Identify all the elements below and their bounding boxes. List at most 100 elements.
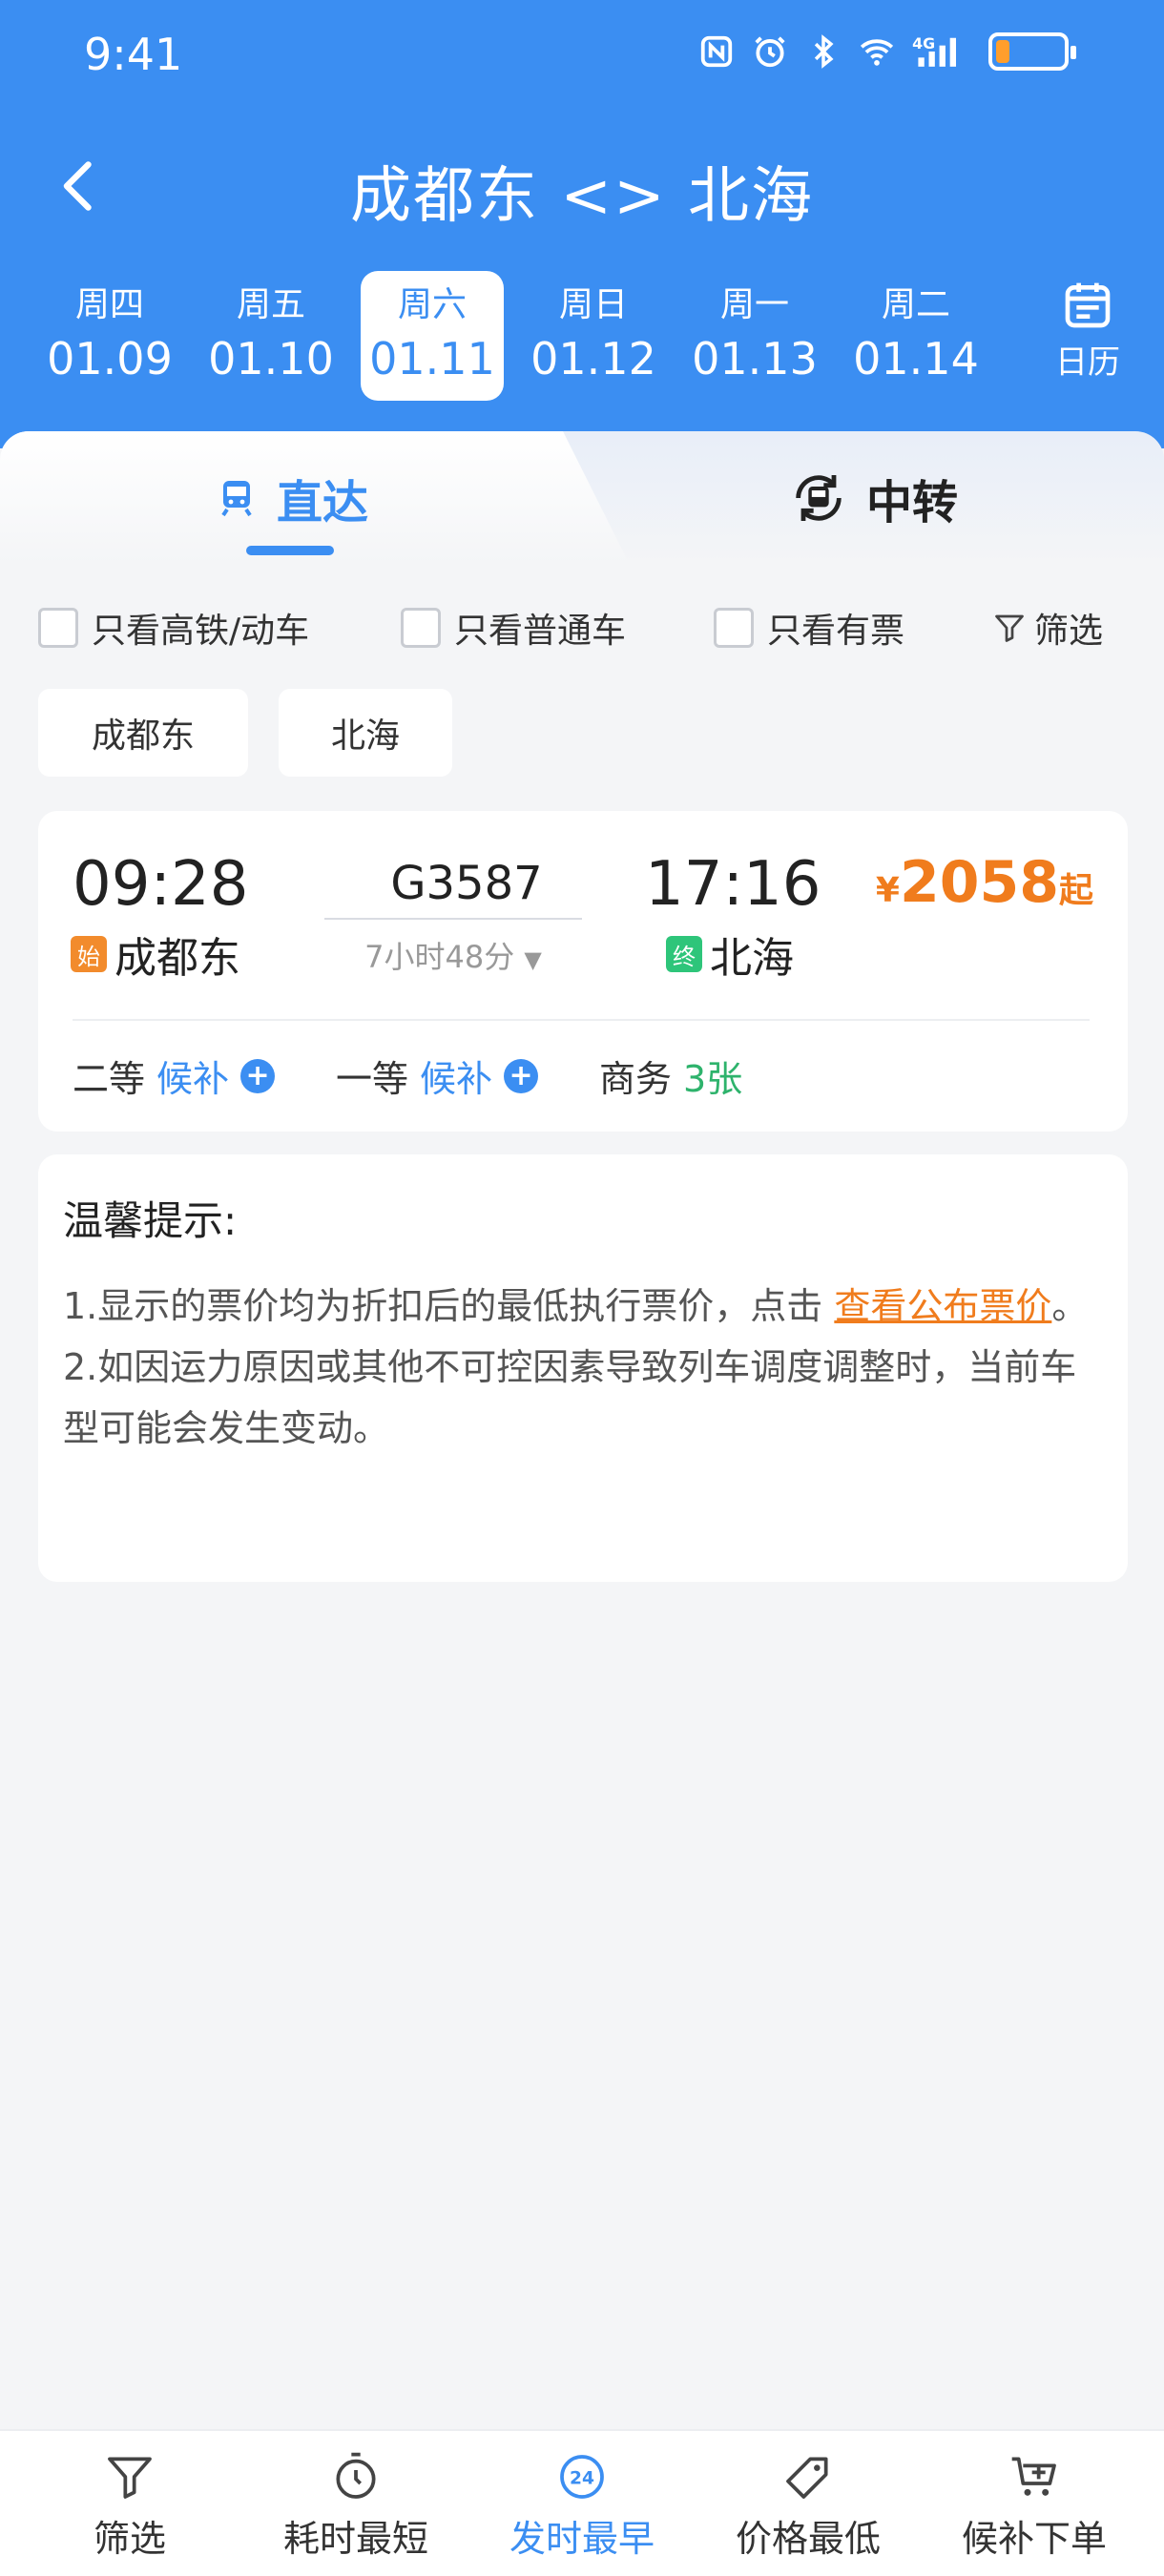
date-weekday: 周六 bbox=[397, 285, 467, 324]
plus-circle-icon[interactable]: + bbox=[504, 1058, 539, 1093]
sort-cheapest-button[interactable]: 价格最低 bbox=[694, 2450, 923, 2562]
duration[interactable]: 7小时48分 ▼ bbox=[324, 933, 582, 977]
normal-only-checkbox[interactable]: 只看普通车 bbox=[401, 603, 626, 653]
price-currency: ¥ bbox=[875, 871, 900, 910]
seat-business-class[interactable]: 商务 3张 bbox=[599, 1049, 742, 1102]
tab-direct[interactable]: 直达 bbox=[214, 460, 368, 536]
tips-title: 温馨提示: bbox=[63, 1197, 238, 1244]
card-divider bbox=[73, 1019, 1090, 1021]
calendar-label: 日历 bbox=[1055, 343, 1120, 382]
price: ¥2058起 bbox=[876, 849, 1093, 916]
network-label: 4G bbox=[912, 34, 935, 52]
filter-icon bbox=[995, 614, 1024, 642]
signal-4g-icon: 4G bbox=[912, 33, 964, 70]
checkbox-box bbox=[401, 608, 441, 648]
date-item[interactable]: 周五 01.10 bbox=[199, 271, 343, 401]
normal-only-label: 只看普通车 bbox=[454, 612, 627, 651]
train-card[interactable]: 09:28 始 成都东 G3587 7小时48分 ▼ 17:16 终 北海 ¥2… bbox=[38, 811, 1128, 1132]
header: 9:41 4G 成都东 <> 北海 周四 01.09 周五 01.10 周六 0… bbox=[0, 0, 1164, 448]
sort-cheapest-label: 价格最低 bbox=[735, 2518, 881, 2560]
wifi-icon bbox=[859, 33, 895, 70]
arrive-time: 17:16 bbox=[645, 849, 821, 920]
station-chip-from[interactable]: 成都东 bbox=[38, 689, 248, 777]
calendar-icon bbox=[1065, 282, 1111, 328]
arrive-station-name: 北海 bbox=[710, 934, 794, 983]
filter-button[interactable]: 筛选 bbox=[992, 603, 1103, 653]
date-value: 01.09 bbox=[47, 333, 173, 384]
date-value: 01.14 bbox=[853, 333, 979, 384]
stopwatch-icon bbox=[336, 2452, 376, 2499]
date-value: 01.11 bbox=[369, 333, 495, 384]
bottom-filter-button[interactable]: 筛选 bbox=[15, 2450, 244, 2562]
waitlist-order-label: 候补下单 bbox=[961, 2518, 1107, 2560]
depart-station-name: 成都东 bbox=[114, 934, 240, 983]
waitlist-order-button[interactable]: 候补下单 bbox=[920, 2450, 1149, 2562]
status-icons: 4G bbox=[698, 32, 1076, 71]
seat-class: 一等 bbox=[336, 1058, 409, 1100]
depart-station: 始 成都东 bbox=[71, 924, 240, 985]
battery-level bbox=[996, 40, 1009, 63]
price-tag-icon bbox=[786, 2457, 828, 2499]
date-item-selected[interactable]: 周六 01.11 bbox=[361, 271, 504, 401]
sort-earliest-label: 发时最早 bbox=[509, 2518, 655, 2560]
date-item[interactable]: 周二 01.14 bbox=[844, 271, 987, 401]
filter-icon bbox=[108, 2457, 152, 2499]
tab-direct-indicator bbox=[246, 546, 334, 555]
seat-class: 二等 bbox=[73, 1058, 146, 1100]
date-weekday: 周一 bbox=[719, 285, 789, 324]
train-icon bbox=[221, 481, 252, 517]
train-number: G3587 bbox=[390, 857, 543, 910]
sort-shortest-button[interactable]: 耗时最短 bbox=[241, 2450, 470, 2562]
seat-status: 3张 bbox=[683, 1058, 743, 1100]
high-speed-only-checkbox[interactable]: 只看高铁/动车 bbox=[38, 603, 309, 653]
date-value: 01.12 bbox=[530, 333, 656, 384]
caret-down-icon: ▼ bbox=[524, 946, 542, 973]
checkbox-box bbox=[714, 608, 754, 648]
sort-shortest-label: 耗时最短 bbox=[282, 2518, 428, 2560]
tab-bar: 直达 中转 bbox=[0, 431, 1164, 565]
calendar-button[interactable]: 日历 bbox=[1011, 279, 1164, 403]
available-only-label: 只看有票 bbox=[767, 612, 905, 651]
tab-direct-label: 直达 bbox=[277, 476, 369, 530]
date-item[interactable]: 周日 01.12 bbox=[522, 271, 665, 401]
published-fare-link[interactable]: 查看公布票价 bbox=[834, 1285, 1051, 1327]
available-only-checkbox[interactable]: 只看有票 bbox=[714, 603, 904, 653]
seat-first-class[interactable]: 一等 候补 + bbox=[336, 1049, 539, 1102]
filter-row: 只看高铁/动车 只看普通车 只看有票 筛选 bbox=[0, 597, 1164, 654]
tab-transfer[interactable]: 中转 bbox=[788, 460, 958, 536]
tips-line-2: 2.如因运力原因或其他不可控因素导致列车调度调整时，当前车型可能会发生变动。 bbox=[63, 1346, 1077, 1449]
date-weekday: 周二 bbox=[881, 285, 950, 324]
date-weekday: 周日 bbox=[558, 285, 628, 324]
checkbox-box bbox=[38, 608, 78, 648]
clock-24-text: 24 bbox=[570, 2468, 594, 2488]
transfer-train-icon bbox=[796, 475, 842, 521]
bluetooth-icon bbox=[805, 33, 842, 70]
date-strip: 周四 01.09 周五 01.10 周六 01.11 周日 01.12 周一 0… bbox=[0, 267, 1164, 410]
alarm-icon bbox=[752, 33, 788, 70]
train-divider bbox=[324, 918, 582, 920]
price-value: 2058 bbox=[899, 849, 1059, 916]
end-tag: 终 bbox=[666, 936, 702, 972]
nfc-icon bbox=[698, 33, 735, 70]
date-item[interactable]: 周四 01.09 bbox=[38, 271, 181, 401]
seat-second-class[interactable]: 二等 候补 + bbox=[73, 1049, 276, 1102]
tips-line-1-text: 1.显示的票价均为折扣后的最低执行票价，点击 bbox=[63, 1285, 835, 1327]
date-value: 01.13 bbox=[692, 333, 818, 384]
plus-circle-icon[interactable]: + bbox=[240, 1058, 276, 1093]
high-speed-only-label: 只看高铁/动车 bbox=[92, 612, 310, 651]
battery-icon bbox=[988, 32, 1076, 71]
bottom-bar: 筛选 耗时最短 24 发时最早 价格最低 候补下单 bbox=[0, 2429, 1164, 2576]
start-tag: 始 bbox=[71, 936, 107, 972]
station-chip-to[interactable]: 北海 bbox=[279, 689, 452, 777]
tips-panel: 温馨提示: 1.显示的票价均为折扣后的最低执行票价，点击 查看公布票价。 2.如… bbox=[38, 1154, 1128, 1582]
price-suffix: 起 bbox=[1058, 871, 1093, 910]
tips-line-1: 1.显示的票价均为折扣后的最低执行票价，点击 查看公布票价。 bbox=[63, 1276, 1103, 1337]
date-weekday: 周四 bbox=[74, 285, 144, 324]
tab-transfer-label: 中转 bbox=[866, 476, 959, 530]
sort-earliest-button[interactable]: 24 发时最早 bbox=[468, 2450, 696, 2562]
arrive-station: 终 北海 bbox=[666, 924, 794, 985]
date-weekday: 周五 bbox=[236, 285, 305, 324]
filter-label: 筛选 bbox=[1034, 612, 1104, 651]
page-title: 成都东 <> 北海 bbox=[350, 161, 814, 232]
date-item[interactable]: 周一 01.13 bbox=[683, 271, 826, 401]
